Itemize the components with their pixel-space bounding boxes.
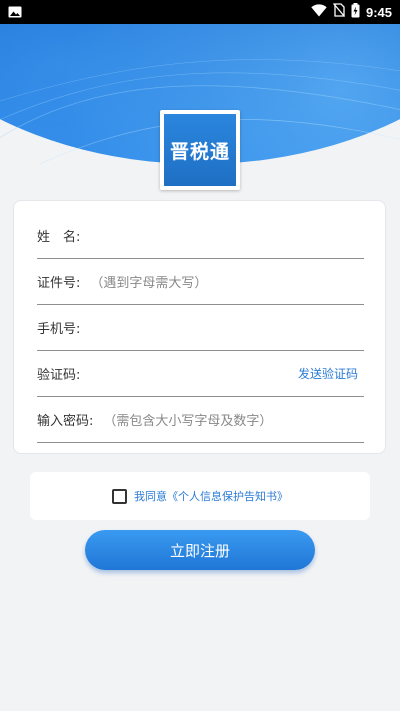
battery-charging-icon bbox=[351, 2, 360, 22]
no-sim-icon bbox=[332, 3, 345, 21]
app-logo: 晋税通 bbox=[160, 110, 240, 190]
id-number-field[interactable]: 证件号: （遇到字母需大写） bbox=[37, 259, 364, 305]
status-bar: 9:45 bbox=[0, 0, 400, 24]
password-label: 输入密码: bbox=[37, 414, 94, 429]
id-number-hint: （遇到字母需大写） bbox=[90, 276, 208, 291]
phone-field[interactable]: 手机号: bbox=[37, 305, 364, 351]
wifi-icon bbox=[311, 3, 327, 21]
send-code-button[interactable]: 发送验证码 bbox=[298, 365, 358, 382]
agreement-box: 我同意《个人信息保护告知书》 bbox=[30, 472, 370, 520]
id-number-label: 证件号: bbox=[37, 276, 81, 291]
verification-code-field[interactable]: 验证码: 发送验证码 bbox=[37, 351, 364, 397]
app-logo-text: 晋税通 bbox=[164, 114, 236, 186]
phone-label: 手机号: bbox=[37, 322, 81, 337]
image-icon bbox=[8, 3, 22, 22]
agreement-checkbox[interactable] bbox=[112, 488, 127, 504]
name-field[interactable]: 姓 名: bbox=[37, 213, 364, 259]
agreement-link[interactable]: 我同意《个人信息保护告知书》 bbox=[134, 488, 288, 504]
register-button[interactable]: 立即注册 bbox=[85, 530, 315, 570]
name-label: 姓 名: bbox=[37, 230, 81, 245]
password-hint: （需包含大小写字母及数字） bbox=[103, 414, 273, 429]
password-field[interactable]: 输入密码: （需包含大小写字母及数字） bbox=[37, 397, 364, 443]
verification-code-label: 验证码: bbox=[37, 368, 81, 383]
clock: 9:45 bbox=[365, 4, 392, 20]
registration-form: 姓 名: 证件号: （遇到字母需大写） 手机号: 验证码: 发送验证码 输入密码… bbox=[13, 200, 386, 454]
